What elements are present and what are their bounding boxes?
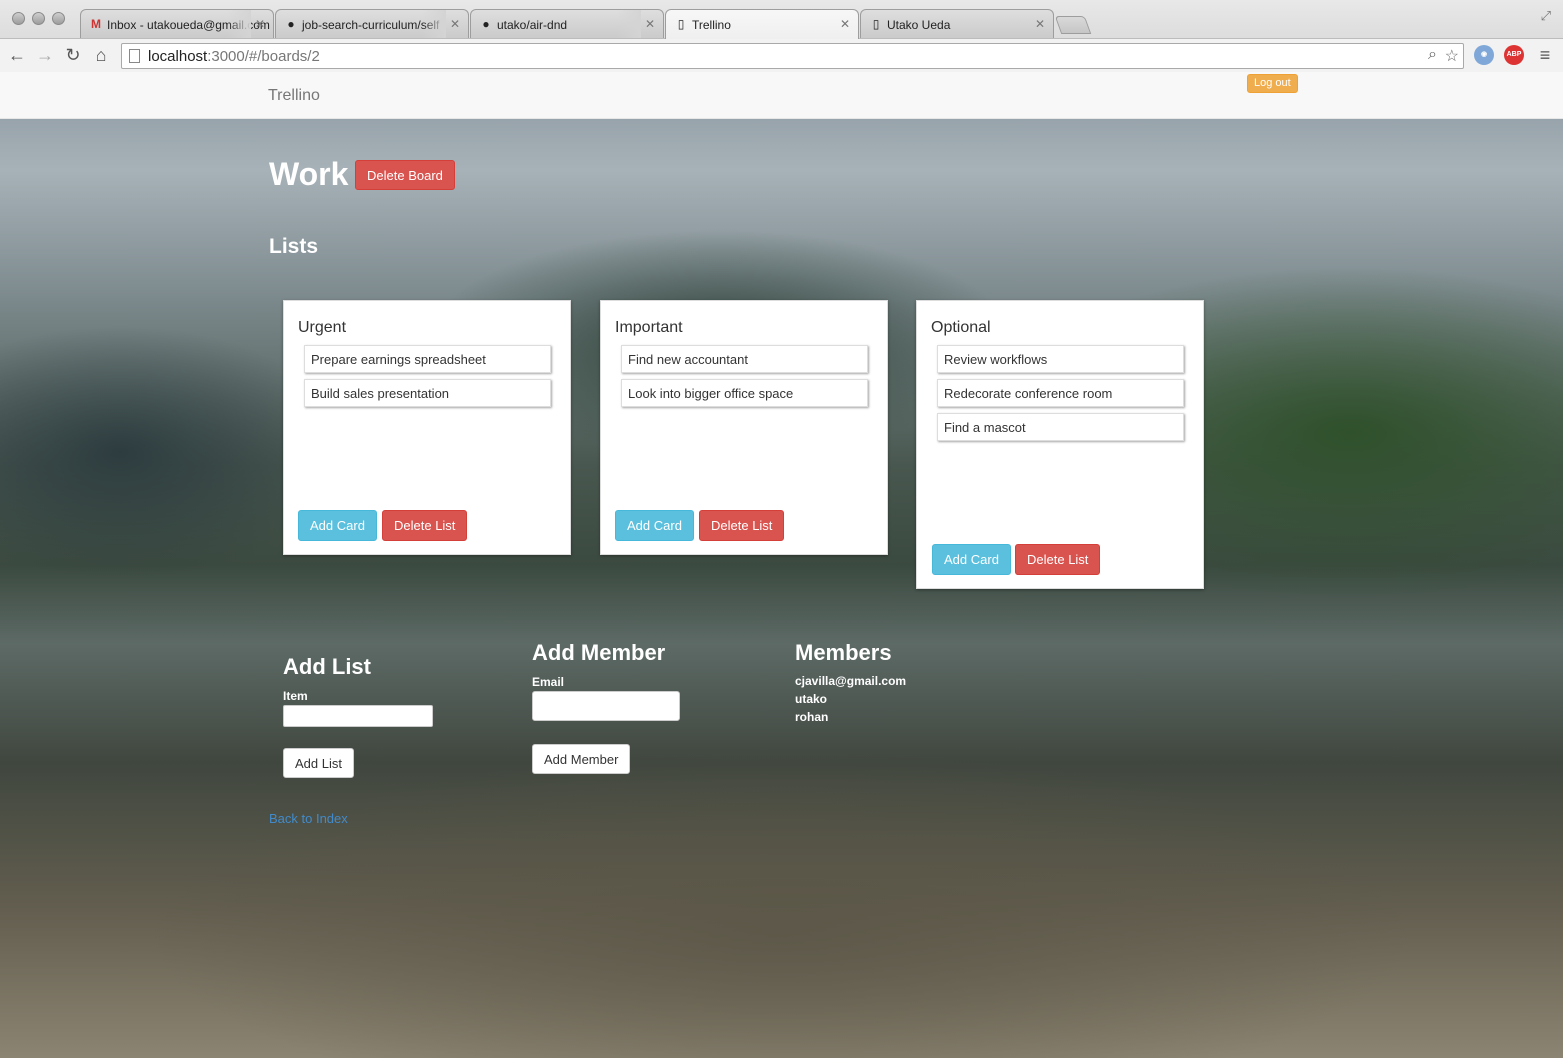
card[interactable]: Find new accountant — [621, 345, 868, 373]
tab-utako-ueda[interactable]: ▯ Utako Ueda ✕ — [860, 9, 1054, 39]
add-card-button[interactable]: Add Card — [615, 510, 694, 541]
delete-list-button[interactable]: Delete List — [382, 510, 468, 541]
card[interactable]: Build sales presentation — [304, 379, 551, 407]
close-tab-icon[interactable]: ✕ — [840, 17, 850, 31]
logout-button[interactable]: Log out — [1247, 74, 1298, 93]
gmail-icon: M — [91, 17, 101, 31]
add-card-button[interactable]: Add Card — [932, 544, 1011, 575]
delete-list-button[interactable]: Delete List — [1015, 544, 1101, 575]
tab-gmail[interactable]: M Inbox - utakoueda@gmail.com ✕ — [80, 9, 274, 39]
address-bar[interactable]: localhost:3000/#/boards/2 ⌕ ☆ — [121, 43, 1464, 69]
list-panel-optional: Optional Review workflows Redecorate con… — [916, 300, 1204, 589]
minimize-window-button[interactable] — [32, 12, 45, 25]
email-field[interactable] — [532, 691, 680, 721]
card[interactable]: Prepare earnings spreadsheet — [304, 345, 551, 373]
back-to-index-link[interactable]: Back to Index — [269, 811, 348, 826]
adblock-icon[interactable]: ABP — [1504, 45, 1524, 65]
new-tab-button[interactable] — [1054, 16, 1092, 34]
delete-list-button[interactable]: Delete List — [699, 510, 785, 541]
github-icon: ● — [287, 17, 295, 31]
tab-title: utako/air-dnd — [497, 18, 568, 32]
item-label: Item — [283, 689, 308, 703]
add-list-button[interactable]: Add List — [283, 748, 354, 778]
page-icon: ▯ — [872, 17, 880, 31]
add-card-button[interactable]: Add Card — [298, 510, 377, 541]
board-page: Trellino Log out Work Delete Board Lists… — [0, 72, 1563, 1058]
page-icon: ▯ — [677, 17, 685, 31]
close-window-button[interactable] — [12, 12, 25, 25]
add-member-button[interactable]: Add Member — [532, 744, 631, 774]
list-title: Important — [615, 319, 683, 336]
member-item: utako — [795, 692, 828, 706]
card[interactable]: Redecorate conference room — [937, 379, 1184, 407]
email-label: Email — [532, 675, 565, 689]
member-item: cjavilla@gmail.com — [795, 674, 907, 688]
card[interactable]: Find a mascot — [937, 413, 1184, 441]
close-tab-icon[interactable]: ✕ — [1035, 17, 1045, 31]
add-list-heading: Add List — [283, 654, 371, 679]
lists-heading: Lists — [269, 235, 319, 258]
browser-chrome: M Inbox - utakoueda@gmail.com ✕ ● job-se… — [0, 0, 1563, 72]
home-icon[interactable]: ⌂ — [90, 44, 112, 66]
tab-title: Utako Ueda — [887, 18, 951, 32]
tab-job-search-curriculum[interactable]: ● job-search-curriculum/self ✕ — [275, 9, 469, 39]
list-item-input[interactable] — [283, 705, 433, 727]
tab-title: job-search-curriculum/self — [302, 18, 440, 32]
add-member-heading: Add Member — [532, 640, 666, 665]
list-title: Urgent — [298, 319, 347, 336]
menu-icon[interactable]: ≡ — [1534, 44, 1556, 66]
url-path: :3000/#/boards/2 — [207, 48, 320, 65]
close-tab-icon[interactable]: ✕ — [450, 17, 460, 31]
member-item: rohan — [795, 710, 829, 724]
tab-trellino[interactable]: ▯ Trellino ✕ — [665, 9, 859, 39]
delete-board-button[interactable]: Delete Board — [355, 160, 455, 190]
close-tab-icon[interactable]: ✕ — [645, 17, 655, 31]
fullscreen-icon[interactable]: ⤢ — [1541, 8, 1551, 24]
github-icon: ● — [482, 17, 490, 31]
tab-title: Trellino — [692, 18, 731, 32]
card[interactable]: Review workflows — [937, 345, 1184, 373]
zoom-window-button[interactable] — [52, 12, 65, 25]
page-icon — [129, 49, 140, 63]
navbar: Trellino Log out — [0, 72, 1563, 119]
list-panel-urgent: Urgent Prepare earnings spreadsheet Buil… — [283, 300, 571, 555]
brand[interactable]: Trellino — [268, 87, 320, 105]
close-tab-icon[interactable]: ✕ — [255, 17, 265, 31]
back-arrow-icon[interactable]: ← — [6, 44, 28, 66]
tab-air-dnd[interactable]: ● utako/air-dnd ✕ — [470, 9, 664, 39]
card[interactable]: Look into bigger office space — [621, 379, 868, 407]
board-title: Work — [269, 156, 349, 192]
url-host: localhost — [148, 48, 208, 65]
list-panel-important: Important Find new accountant Look into … — [600, 300, 888, 555]
search-icon[interactable]: ⌕ — [1428, 46, 1437, 64]
star-icon[interactable]: ☆ — [1445, 46, 1459, 66]
extension-icon[interactable]: ◉ — [1474, 45, 1494, 65]
members-heading: Members — [795, 640, 892, 665]
reload-icon[interactable]: ↻ — [62, 44, 84, 66]
list-title: Optional — [931, 319, 991, 336]
forward-arrow-icon[interactable]: → — [34, 44, 56, 66]
browser-toolbar: ← → ↻ ⌂ localhost:3000/#/boards/2 ⌕ ☆ ◉ … — [0, 38, 1563, 72]
